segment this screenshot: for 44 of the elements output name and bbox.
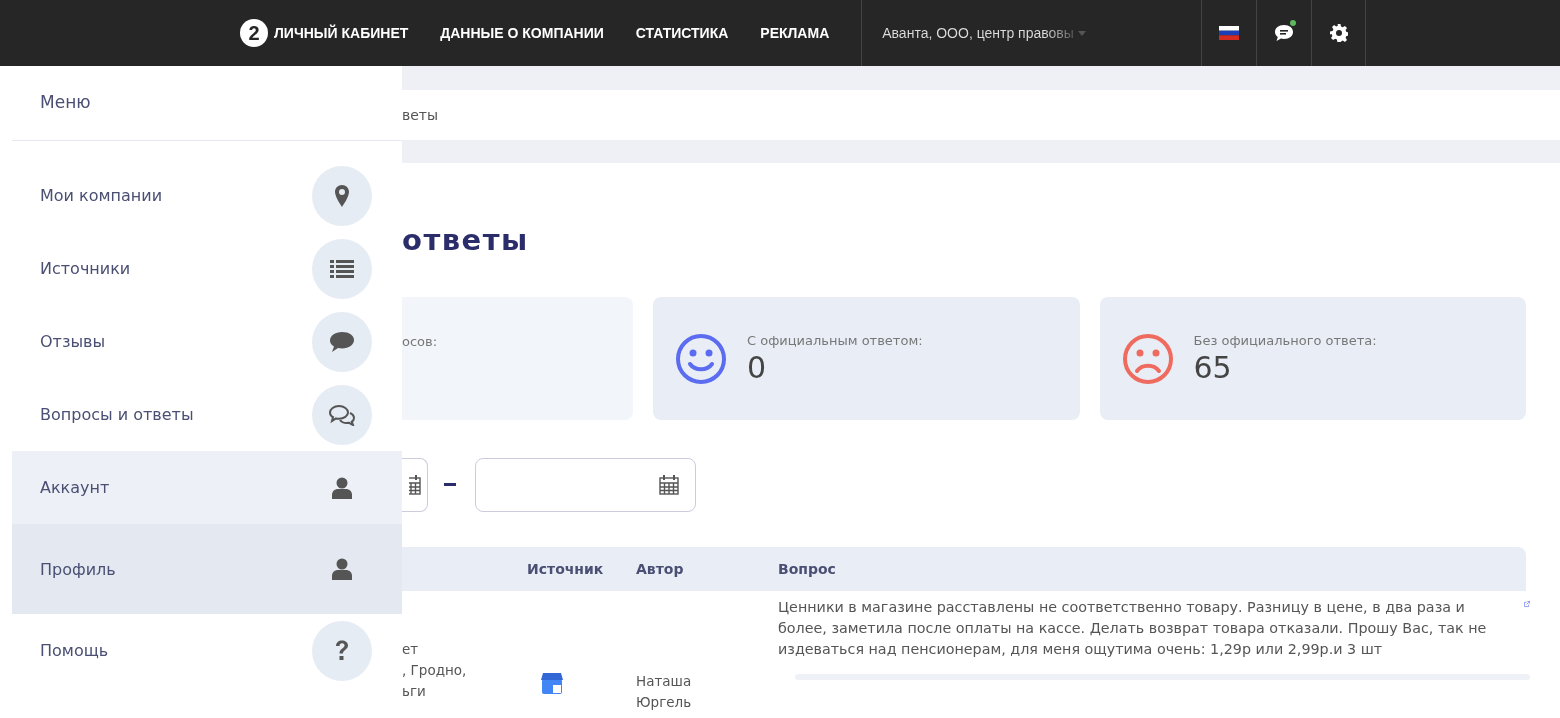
nav-link[interactable]: ЛИЧНЫЙ КАБИНЕТ (274, 25, 409, 41)
stat-label: Без официального ответа: (1193, 332, 1377, 348)
column-header: Вопрос (778, 561, 836, 577)
speech-bubbles-icon (328, 403, 356, 426)
column-header: Автор (636, 561, 684, 577)
menu-item[interactable]: Источники (12, 232, 402, 305)
menu-item[interactable]: Помощь (12, 614, 402, 687)
question-text: Ценники в магазине расставлены не соответственно товару. Разницу в цене, в два раза и более, заметила после оплаты на кассе. Делать возврат товара отказали. Прошу Вас, так не издеваться над пенсионерам, для меня ощутима очень: 1,29р или 2,99р.и 3 шт (778, 598, 1488, 659)
stat-label: осов: (402, 334, 438, 349)
stat-value: 0 (747, 349, 768, 385)
store-icon (540, 671, 564, 695)
speech-bubble-icon (329, 330, 355, 353)
table-cell-text: Наташа Юргель (636, 672, 693, 712)
settings-icon (1329, 24, 1348, 42)
calendar-icon (409, 474, 421, 495)
calendar-icon (659, 474, 679, 495)
menu-item[interactable]: Профиль (12, 524, 402, 614)
menu-item[interactable]: Мои компании (12, 159, 402, 232)
nav-link[interactable]: СТАТИСТИКА (635, 25, 729, 41)
flag-icon (1219, 26, 1240, 40)
menu-item[interactable]: Отзывы (12, 305, 402, 378)
sad-face-icon (1121, 332, 1174, 385)
logo[interactable]: 2 (240, 19, 268, 47)
date-from-field[interactable] (402, 457, 428, 512)
user-icon (332, 558, 352, 580)
date-to-field[interactable] (475, 457, 696, 512)
question-mark-icon (335, 639, 349, 662)
menu-item[interactable]: Вопросы и ответы (12, 378, 402, 451)
nav-link[interactable]: РЕКЛАМА (760, 25, 830, 41)
stat-label: С официальным ответом: (747, 332, 923, 348)
smiley-face-icon (675, 332, 727, 385)
dash (444, 483, 456, 486)
menu-item[interactable]: Аккаунт (12, 451, 402, 524)
page-title: ответы (402, 223, 530, 259)
chat-icon (1274, 24, 1295, 42)
map-pin-icon (335, 184, 349, 207)
breadcrumb-text: веты (402, 107, 439, 123)
caret-icon (1077, 30, 1086, 36)
table-cell-text: ет , Гродно, ьги (402, 640, 468, 701)
list-icon (330, 258, 354, 279)
user-icon (332, 476, 352, 499)
nav-link[interactable]: ДАННЫЕ О КОМПАНИИ (440, 25, 604, 41)
stat-value: 65 (1193, 349, 1233, 385)
column-header: Источник (527, 561, 604, 577)
